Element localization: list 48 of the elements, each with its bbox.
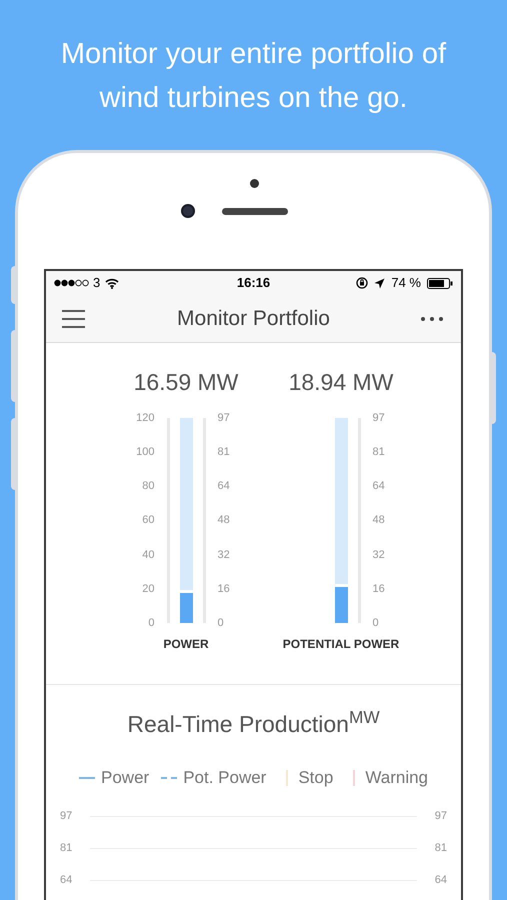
axis-label: 97 — [218, 412, 231, 424]
axis-label: 64 — [60, 873, 74, 888]
axis-label: 64 — [434, 873, 447, 888]
battery-icon — [427, 278, 453, 288]
legend-label: Warning — [365, 767, 428, 789]
axis-label: 64 — [218, 480, 231, 492]
axis-label: 97 — [372, 412, 386, 424]
axis-label: 20 — [141, 582, 154, 595]
status-time: 16:16 — [236, 274, 270, 292]
axis-label: 48 — [372, 514, 386, 526]
signal-icon — [54, 279, 90, 287]
axis-label: 40 — [141, 548, 154, 561]
gauge-label: POWER — [163, 636, 209, 653]
axis-label: 100 — [135, 446, 154, 458]
power-value: 16.59 MW — [134, 368, 238, 396]
headline: Monitor your entire portfolio of wind turbines on the go. — [60, 37, 448, 116]
screen-title: Monitor Portfolio — [177, 306, 330, 332]
wifi-icon — [105, 278, 120, 288]
axis-label: 48 — [218, 514, 231, 526]
menu-button[interactable] — [62, 310, 86, 328]
power-value: 18.94 MW — [288, 368, 394, 396]
axis-label: 0 — [147, 616, 154, 629]
gauge-label: POTENTIAL POWER — [282, 636, 400, 653]
axis-label: 80 — [141, 480, 154, 492]
legend-label: Pot. Power — [183, 767, 266, 789]
axis-label: 16 — [372, 582, 386, 595]
axis-label: 120 — [135, 412, 154, 424]
axis-label: 97 — [434, 809, 447, 824]
axis-label: 32 — [372, 548, 386, 561]
chart-title: Real-Time Production$^{MW}$ — [127, 709, 380, 739]
legend-label: Stop — [298, 767, 334, 789]
carrier-name: 3 — [93, 274, 100, 292]
axis-label: 81 — [218, 446, 231, 458]
battery-percent: 74 % — [391, 274, 421, 292]
legend-label: Power — [101, 767, 150, 789]
axis-label: 64 — [372, 480, 386, 492]
axis-label: 32 — [218, 548, 231, 561]
axis-label: 81 — [372, 446, 386, 458]
location-arrow-icon — [374, 278, 386, 288]
axis-label: 97 — [60, 809, 74, 824]
axis-label: 81 — [60, 841, 74, 856]
axis-label: 0 — [372, 616, 380, 629]
axis-label: 81 — [434, 841, 447, 856]
earpiece — [222, 208, 288, 215]
axis-label: 0 — [218, 616, 225, 629]
axis-label: 60 — [141, 514, 154, 526]
axis-label: 16 — [218, 582, 231, 595]
rotation-lock-icon — [356, 277, 368, 289]
